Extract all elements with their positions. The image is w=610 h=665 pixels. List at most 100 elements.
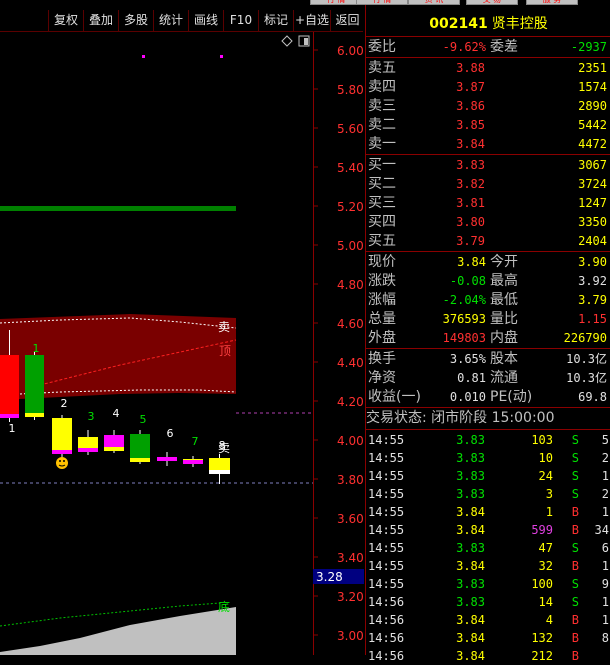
- candle-index-label: 1: [9, 422, 16, 435]
- fund-row: 净资 0.81 流通 10.3亿: [366, 369, 610, 388]
- diamond-icon[interactable]: [281, 35, 293, 47]
- bids-row[interactable]: 买五 3.79 2404: [366, 232, 610, 251]
- tick-volume: 3: [545, 487, 553, 501]
- candle-body[interactable]: [25, 355, 44, 417]
- tick-side: S: [571, 577, 579, 591]
- price-tick-label: 6.00: [337, 44, 364, 58]
- price-tick-label: 4.20: [337, 395, 364, 409]
- asks-row[interactable]: 卖四 3.87 1574: [366, 78, 610, 97]
- bids-price: 3.81: [456, 196, 485, 210]
- stats-row: 涨跌 -0.08 最高 3.92: [366, 272, 610, 291]
- tick-count: 2: [601, 451, 609, 465]
- candle-body[interactable]: [52, 418, 72, 454]
- candle-cap: [209, 470, 230, 474]
- bids-row[interactable]: 买三 3.81 1247: [366, 194, 610, 213]
- weicha-label: 委差: [490, 39, 518, 55]
- asks-row[interactable]: 卖三 3.86 2890: [366, 97, 610, 116]
- tick-time: 14:55: [368, 451, 405, 465]
- asks-label: 卖五: [368, 60, 396, 76]
- price-tick-label: 4.40: [337, 356, 364, 370]
- candle-index-label: 6: [167, 427, 174, 440]
- fund-row: 换手 3.65% 股本 10.3亿: [366, 350, 610, 369]
- price-tick-label: 4.00: [337, 434, 364, 448]
- tick-price: 3.84: [456, 631, 485, 645]
- candle-cap: [104, 447, 124, 451]
- tick-time: 14:56: [368, 649, 405, 663]
- price-tick-label: 3.60: [337, 512, 364, 526]
- tick-time: 14:55: [368, 469, 405, 483]
- tick-volume: 14: [538, 595, 553, 609]
- asks-price: 3.85: [456, 118, 485, 132]
- candle-body[interactable]: [0, 355, 19, 418]
- menu-tab-clip[interactable]: 服 务: [526, 0, 578, 5]
- bids-row[interactable]: 买一 3.83 3067: [366, 156, 610, 175]
- tick-time: 14:56: [368, 613, 405, 627]
- candle-cap: [0, 414, 19, 418]
- fund-value: 69.8: [578, 390, 607, 404]
- price-tick-label: 3.20: [337, 590, 364, 604]
- tick-price: 3.83: [456, 541, 485, 555]
- tick-row: 14:55 3.84 32 B 1: [366, 557, 610, 575]
- stats-value: 149803: [442, 331, 486, 345]
- trade-status: 交易状态: 闭市阶段 15:00:00: [366, 410, 555, 426]
- price-tick-label: 3.00: [337, 629, 364, 643]
- tick-time: 14:55: [368, 541, 405, 555]
- asks-row[interactable]: 卖五 3.88 2351: [366, 59, 610, 78]
- stock-code: 002141: [429, 16, 488, 32]
- asks-row[interactable]: 卖一 3.84 4472: [366, 135, 610, 154]
- tick-side: B: [571, 523, 579, 537]
- bids-row[interactable]: 买二 3.82 3724: [366, 175, 610, 194]
- kline-chart-panel[interactable]: 行 情 复权 叠加 多股 统计 画线 F10 标记 +自选 返回 6.005.8…: [0, 0, 365, 655]
- stock-name: 贤丰控股: [491, 16, 548, 32]
- sell-marker-2: 卖: [218, 441, 230, 455]
- tick-side: S: [571, 451, 579, 465]
- asks-label: 卖二: [368, 117, 396, 133]
- fund-label: 流通: [490, 370, 518, 386]
- stats-value: 376593: [442, 312, 486, 326]
- menu-tab-clip[interactable]: 资 讯: [408, 0, 460, 5]
- tick-price: 3.83: [456, 577, 485, 591]
- tick-count: 34: [594, 523, 609, 537]
- price-tick-label: 3.80: [337, 473, 364, 487]
- asks-volume: 1574: [578, 80, 607, 94]
- tick-price: 3.84: [456, 649, 485, 663]
- tick-volume: 32: [538, 559, 553, 573]
- tick-price: 3.84: [456, 559, 485, 573]
- tick-price: 3.83: [456, 487, 485, 501]
- bids-price: 3.82: [456, 177, 485, 191]
- stats-label: 最低: [490, 292, 518, 308]
- bids-price: 3.83: [456, 158, 485, 172]
- bids-row[interactable]: 买四 3.80 3350: [366, 213, 610, 232]
- bids-volume: 1247: [578, 196, 607, 210]
- tick-count: 5: [601, 433, 609, 447]
- menu-tab-clip[interactable]: 行 情: [356, 0, 408, 5]
- bids-price: 3.80: [456, 215, 485, 229]
- tick-row: 14:55 3.84 1 B 1: [366, 503, 610, 521]
- asks-row[interactable]: 卖二 3.85 5442: [366, 116, 610, 135]
- menu-tab-clip[interactable]: 交 易: [466, 0, 518, 5]
- tick-side: S: [571, 469, 579, 483]
- fund-value: 10.3亿: [566, 371, 607, 385]
- bids-volume: 3067: [578, 158, 607, 172]
- top-marker: 顶: [219, 344, 231, 358]
- stats-label: 今开: [490, 254, 518, 270]
- stats-label: 现价: [368, 254, 396, 270]
- tick-count: 6: [601, 541, 609, 555]
- tick-row: 14:55 3.83 24 S 1: [366, 467, 610, 485]
- tick-price: 3.84: [456, 505, 485, 519]
- stats-label: 内盘: [490, 330, 518, 346]
- tick-time: 14:55: [368, 577, 405, 591]
- bids-price: 3.79: [456, 234, 485, 248]
- quote-panel: 行 情 资 讯 交 易 服 务 002141贤丰控股 委比 -9.62% 委差 …: [356, 0, 610, 663]
- tick-time: 14:56: [368, 595, 405, 609]
- candle-index-label: 2: [61, 397, 68, 410]
- fund-row: 收益(一) 0.010 PE(动) 69.8: [366, 388, 610, 407]
- tick-row: 14:55 3.83 3 S 2: [366, 485, 610, 503]
- price-tick-label: 4.80: [337, 278, 364, 292]
- candle-body[interactable]: [130, 434, 150, 462]
- tick-time: 14:55: [368, 505, 405, 519]
- asks-volume: 4472: [578, 137, 607, 151]
- price-tick-label: 5.20: [337, 200, 364, 214]
- fund-label: 换手: [368, 351, 396, 367]
- stats-label: 总量: [368, 311, 396, 327]
